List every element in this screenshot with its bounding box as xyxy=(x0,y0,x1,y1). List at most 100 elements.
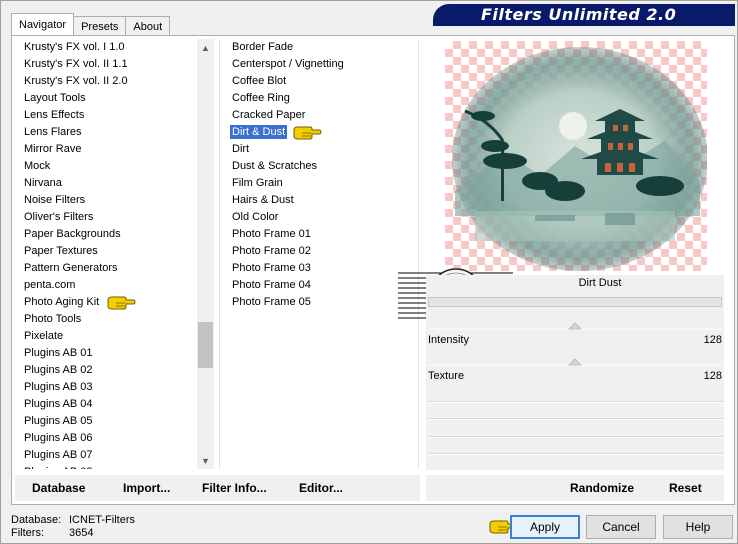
filter-label: Dirt xyxy=(232,143,250,155)
texture-slider[interactable] xyxy=(426,358,724,366)
category-item[interactable]: Krusty's FX vol. II 2.0 xyxy=(14,73,214,90)
category-label: Lens Effects xyxy=(24,109,85,121)
filter-label: Photo Frame 02 xyxy=(232,245,311,257)
category-label: Nirvana xyxy=(24,177,62,189)
filter-item[interactable]: Coffee Ring xyxy=(220,90,418,107)
category-label: Plugins AB 05 xyxy=(24,415,93,427)
category-item[interactable]: Plugins AB 06 xyxy=(14,430,214,447)
category-item[interactable]: Plugins AB 01 xyxy=(14,345,214,362)
help-button[interactable]: Help xyxy=(663,515,733,539)
category-item[interactable]: Plugins AB 03 xyxy=(14,379,214,396)
category-item[interactable]: Noise Filters xyxy=(14,192,214,209)
tab-bar: Navigator Presets About xyxy=(11,13,171,35)
filter-item[interactable]: Dirt xyxy=(220,141,418,158)
apply-button[interactable]: Apply xyxy=(510,515,580,539)
category-item[interactable]: Plugins AB 08 xyxy=(14,464,214,469)
filter-label: Photo Frame 04 xyxy=(232,279,311,291)
filter-item[interactable]: Cracked Paper xyxy=(220,107,418,124)
database-value: ICNET-Filters xyxy=(69,514,135,526)
category-label: Photo Tools xyxy=(24,313,82,325)
filter-item[interactable]: Photo Frame 04 xyxy=(220,277,418,294)
category-item[interactable]: Photo Tools xyxy=(14,311,214,328)
title-banner: Filters Unlimited 2.0 xyxy=(433,4,735,26)
filter-label: Old Color xyxy=(232,211,279,223)
tab-about[interactable]: About xyxy=(125,16,171,35)
category-item[interactable]: Mock xyxy=(14,158,214,175)
texture-value: 128 xyxy=(703,370,722,382)
category-item[interactable]: Lens Effects xyxy=(14,107,214,124)
category-item[interactable]: Paper Textures xyxy=(14,243,214,260)
category-item[interactable]: Plugins AB 02 xyxy=(14,362,214,379)
category-label: Mock xyxy=(24,160,51,172)
filter-item[interactable]: Photo Frame 02 xyxy=(220,243,418,260)
category-item[interactable]: Lens Flares xyxy=(14,124,214,141)
filters-count-label: Filters: xyxy=(11,527,44,539)
database-button[interactable]: Database xyxy=(32,481,85,495)
category-list[interactable]: Krusty's FX vol. I 1.0 Krusty's FX vol. I… xyxy=(14,39,214,469)
import-button[interactable]: Import... xyxy=(123,481,170,495)
category-label: Noise Filters xyxy=(24,194,86,206)
filter-item[interactable]: Hairs & Dust xyxy=(220,192,418,209)
category-item[interactable]: Mirror Rave xyxy=(14,141,214,158)
category-item[interactable]: Nirvana xyxy=(14,175,214,192)
category-item[interactable]: Plugins AB 04 xyxy=(14,396,214,413)
pointing-hand-icon xyxy=(293,126,322,140)
texture-label: Texture xyxy=(428,370,465,382)
category-label: Plugins AB 02 xyxy=(24,364,93,376)
category-scrollbar[interactable]: ▲ ▼ xyxy=(197,39,214,469)
tab-navigator[interactable]: Navigator xyxy=(11,13,75,35)
filter-item[interactable]: Photo Frame 01 xyxy=(220,226,418,243)
filter-item[interactable]: Photo Frame 05 xyxy=(220,294,418,311)
filter-item[interactable]: Photo Frame 03 xyxy=(220,260,418,277)
category-item[interactable]: Layout Tools xyxy=(14,90,214,107)
editor-button[interactable]: Editor... xyxy=(299,481,343,495)
filters-unlimited-window: Filters Unlimited 2.0 Navigator Presets … xyxy=(0,0,738,544)
category-item[interactable]: Pattern Generators xyxy=(14,260,214,277)
category-item[interactable]: Paper Backgrounds xyxy=(14,226,214,243)
category-item[interactable]: Krusty's FX vol. I 1.0 xyxy=(14,39,214,56)
filter-item[interactable]: Dirt & Dust xyxy=(220,124,418,141)
category-label: Plugins AB 01 xyxy=(24,347,93,359)
scroll-thumb[interactable] xyxy=(198,322,213,368)
divider xyxy=(428,454,724,455)
divider xyxy=(428,419,724,420)
filter-item[interactable]: Dust & Scratches xyxy=(220,158,418,175)
filter-list[interactable]: Border Fade Centerspot / Vignetting Coffee… xyxy=(219,39,419,469)
category-item[interactable]: Pixelate xyxy=(14,328,214,345)
reset-button[interactable]: Reset xyxy=(669,481,702,495)
filter-label: Coffee Ring xyxy=(232,92,290,104)
scroll-up-icon[interactable]: ▲ xyxy=(197,39,214,56)
filter-item[interactable]: Coffee Blot xyxy=(220,73,418,90)
filter-label: Cracked Paper xyxy=(232,109,306,121)
database-label: Database: xyxy=(11,514,62,526)
cancel-button[interactable]: Cancel xyxy=(586,515,656,539)
filter-label: Film Grain xyxy=(232,177,283,189)
intensity-value: 128 xyxy=(703,334,722,346)
category-item[interactable]: Oliver's Filters xyxy=(14,209,214,226)
filter-item[interactable]: Border Fade xyxy=(220,39,418,56)
category-item[interactable]: Plugins AB 05 xyxy=(14,413,214,430)
scroll-down-icon[interactable]: ▼ xyxy=(197,452,214,469)
filter-info-button[interactable]: Filter Info... xyxy=(202,481,267,495)
filter-title-bar xyxy=(428,297,722,307)
category-label: Pattern Generators xyxy=(24,262,118,274)
filter-item[interactable]: Centerspot / Vignetting xyxy=(220,56,418,73)
navigator-buttons: Database Import... Filter Info... Editor… xyxy=(15,475,420,501)
category-item[interactable]: Krusty's FX vol. II 1.1 xyxy=(14,56,214,73)
category-label: Krusty's FX vol. II 2.0 xyxy=(24,75,128,87)
category-label: Oliver's Filters xyxy=(24,211,94,223)
category-label: Lens Flares xyxy=(24,126,82,138)
filter-item[interactable]: Film Grain xyxy=(220,175,418,192)
param-texture[interactable]: Texture 128 xyxy=(426,358,724,386)
filter-item[interactable]: Old Color xyxy=(220,209,418,226)
category-item[interactable]: Plugins AB 07 xyxy=(14,447,214,464)
category-item[interactable]: Photo Aging Kit xyxy=(14,294,214,311)
tab-presets[interactable]: Presets xyxy=(73,16,127,35)
category-item[interactable]: penta.com xyxy=(14,277,214,294)
status-info: Database: ICNET-Filters Filters: 3654 xyxy=(11,514,135,540)
intensity-slider[interactable] xyxy=(426,322,724,330)
randomize-button[interactable]: Randomize xyxy=(570,481,634,495)
category-label: Plugins AB 07 xyxy=(24,449,93,461)
param-intensity[interactable]: Intensity 128 xyxy=(426,322,724,350)
category-label: Photo Aging Kit xyxy=(24,296,100,308)
